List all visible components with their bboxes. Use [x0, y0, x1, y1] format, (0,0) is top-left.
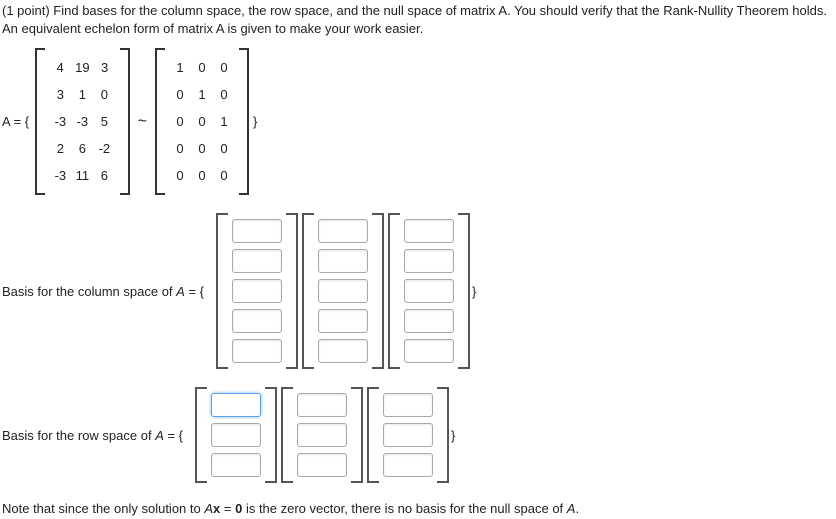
row-v1-c2[interactable]	[211, 423, 261, 447]
col-v3-c1[interactable]	[404, 219, 454, 243]
row-v3-c3[interactable]	[383, 453, 433, 477]
row-v2-c1[interactable]	[297, 393, 347, 417]
column-space-row: Basis for the column space of A = {	[2, 213, 836, 369]
col-v3-c3[interactable]	[404, 279, 454, 303]
tilde-symbol: ~	[138, 113, 147, 131]
col-v2-c5[interactable]	[318, 339, 368, 363]
row-v3-c2[interactable]	[383, 423, 433, 447]
col-v3-c4[interactable]	[404, 309, 454, 333]
close-brace: }	[451, 428, 455, 443]
col-v3-c5[interactable]	[404, 339, 454, 363]
col-v1-c5[interactable]	[232, 339, 282, 363]
matrix-prefix: A = {	[2, 114, 29, 129]
col-v1-c2[interactable]	[232, 249, 282, 273]
close-brace: }	[472, 284, 476, 299]
matrix-equation: A = { 4193 310 -3-35 26-2 -3116 ~ 100 01…	[2, 48, 836, 195]
col-v2-c1[interactable]	[318, 219, 368, 243]
col-v1-c4[interactable]	[232, 309, 282, 333]
row-space-row: Basis for the row space of A = {	[2, 387, 836, 483]
row-v3-c1[interactable]	[383, 393, 433, 417]
col-vector-3	[388, 213, 470, 369]
row-v1-c1[interactable]	[211, 393, 261, 417]
row-vector-2	[281, 387, 363, 483]
row-v2-c2[interactable]	[297, 423, 347, 447]
col-vector-2	[302, 213, 384, 369]
col-v2-c3[interactable]	[318, 279, 368, 303]
close-brace: }	[253, 114, 257, 129]
col-vector-1	[216, 213, 298, 369]
col-v1-c1[interactable]	[232, 219, 282, 243]
row-v1-c3[interactable]	[211, 453, 261, 477]
row-space-label: Basis for the row space of A = {	[2, 428, 183, 443]
col-v1-c3[interactable]	[232, 279, 282, 303]
col-v3-c2[interactable]	[404, 249, 454, 273]
null-space-note: Note that since the only solution to Ax …	[2, 501, 836, 516]
column-space-vectors: }	[214, 213, 476, 369]
matrix-echelon: 100 010 001 000 000	[155, 48, 249, 195]
col-v2-c4[interactable]	[318, 309, 368, 333]
row-space-vectors: }	[193, 387, 455, 483]
row-vector-1	[195, 387, 277, 483]
matrix-a: 4193 310 -3-35 26-2 -3116	[35, 48, 129, 195]
col-v2-c2[interactable]	[318, 249, 368, 273]
row-vector-3	[367, 387, 449, 483]
column-space-label: Basis for the column space of A = {	[2, 284, 204, 299]
row-v2-c3[interactable]	[297, 453, 347, 477]
problem-intro: (1 point) Find bases for the column spac…	[2, 2, 836, 38]
